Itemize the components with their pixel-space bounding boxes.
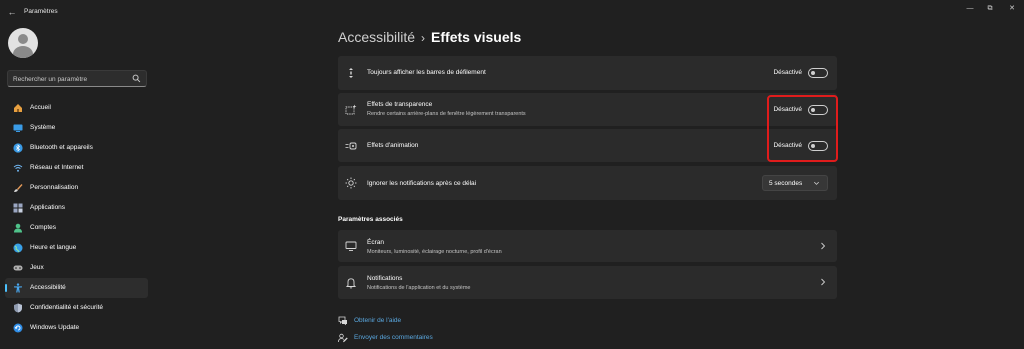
notification-timeout-dropdown[interactable]: 5 secondes xyxy=(762,175,828,191)
minimize-button[interactable]: — xyxy=(962,3,978,15)
chevron-down-icon xyxy=(814,181,819,185)
sidebar-item-applications[interactable]: Applications xyxy=(5,198,148,218)
help-icon xyxy=(338,316,347,326)
search-box[interactable] xyxy=(7,70,147,87)
sidebar-item-personnalisation[interactable]: Personnalisation xyxy=(5,178,148,198)
setting-title: Toujours afficher les barres de défileme… xyxy=(367,69,486,76)
related-subtitle: Moniteurs, luminosité, éclairage nocturn… xyxy=(367,249,502,255)
accounts-icon xyxy=(14,223,22,233)
sidebar-item-label: Jeux xyxy=(30,264,44,271)
accessibility-icon xyxy=(14,283,22,293)
title-bar: ← Paramètres — ⧉ ✕ xyxy=(0,0,1024,24)
network-icon xyxy=(13,164,23,172)
gamepad-icon xyxy=(13,265,23,271)
sidebar-nav: Accueil Système Bluetooth et appareils R… xyxy=(5,98,148,338)
breadcrumb-parent[interactable]: Accessibilité xyxy=(338,29,415,45)
sidebar-item-label: Système xyxy=(30,124,56,131)
get-help-link[interactable]: Obtenir de l'aide xyxy=(338,315,458,329)
transparency-icon xyxy=(345,104,357,115)
sidebar-item-reseau[interactable]: Réseau et Internet xyxy=(5,158,148,178)
feedback-icon xyxy=(338,333,348,343)
setting-scrollbars: Toujours afficher les barres de défileme… xyxy=(338,56,837,90)
get-help-label[interactable]: Obtenir de l'aide xyxy=(354,317,401,324)
related-title: Écran xyxy=(367,239,384,246)
setting-title: Effets d'animation xyxy=(367,142,419,149)
dropdown-value: 5 secondes xyxy=(769,180,803,187)
close-button[interactable]: ✕ xyxy=(1004,3,1020,15)
setting-animation: Effets d'animation Désactivé xyxy=(338,129,837,162)
sidebar-item-label: Windows Update xyxy=(30,324,80,331)
bell-icon xyxy=(345,278,357,289)
scrollbars-toggle[interactable] xyxy=(808,68,828,78)
related-item-notifications[interactable]: Notifications Notifications de l'applica… xyxy=(338,266,837,299)
setting-title: Effets de transparence xyxy=(367,101,433,108)
chevron-right-icon xyxy=(821,278,826,286)
setting-notification-timeout: Ignorer les notifications après ce délai… xyxy=(338,166,837,200)
related-settings-heading: Paramètres associés xyxy=(338,216,403,223)
related-item-ecran[interactable]: Écran Moniteurs, luminosité, éclairage n… xyxy=(338,230,837,262)
app-title: Paramètres xyxy=(24,8,58,15)
animation-icon xyxy=(345,142,357,150)
sidebar-item-label: Applications xyxy=(30,204,66,211)
sidebar-item-label: Accessibilité xyxy=(30,284,66,291)
monitor-icon xyxy=(345,241,357,251)
setting-subtitle: Rendre certains arrière-plans de fenêtre… xyxy=(367,111,526,117)
sidebar-item-accueil[interactable]: Accueil xyxy=(5,98,148,118)
sidebar-item-label: Accueil xyxy=(30,104,51,111)
sidebar-item-label: Réseau et Internet xyxy=(30,164,84,171)
related-title: Notifications xyxy=(367,275,403,282)
sidebar-item-label: Confidentialité et sécurité xyxy=(30,304,103,311)
sidebar-item-label: Personnalisation xyxy=(30,184,79,191)
related-subtitle: Notifications de l'application et du sys… xyxy=(367,285,471,291)
shield-icon xyxy=(14,303,22,313)
home-icon xyxy=(14,104,22,112)
sidebar-item-label: Heure et langue xyxy=(30,244,77,251)
send-feedback-label[interactable]: Envoyer des commentaires xyxy=(354,334,433,341)
chevron-right-icon xyxy=(821,242,826,250)
send-feedback-link[interactable]: Envoyer des commentaires xyxy=(338,332,478,346)
setting-title: Ignorer les notifications après ce délai xyxy=(367,180,477,187)
page-title: Effets visuels xyxy=(431,29,522,45)
toggle-state-label: Désactivé xyxy=(773,69,802,76)
brightness-icon xyxy=(345,177,357,189)
bluetooth-icon xyxy=(13,143,23,153)
update-icon xyxy=(13,323,23,333)
avatar[interactable] xyxy=(8,28,38,58)
breadcrumb-separator: › xyxy=(421,31,426,45)
apps-icon xyxy=(13,203,23,213)
back-button[interactable]: ← xyxy=(6,6,18,18)
sidebar-item-label: Comptes xyxy=(30,224,57,231)
sidebar-item-systeme[interactable]: Système xyxy=(5,118,148,138)
sidebar-item-label: Bluetooth et appareils xyxy=(30,144,93,151)
highlight-box xyxy=(767,95,838,162)
globe-icon xyxy=(13,243,23,253)
brush-icon xyxy=(14,184,23,192)
breadcrumb: Accessibilité › Effets visuels xyxy=(338,29,521,45)
sidebar-item-heure-langue[interactable]: Heure et langue xyxy=(5,238,148,258)
scrollbar-icon xyxy=(349,68,353,78)
sidebar-item-windows-update[interactable]: Windows Update xyxy=(5,318,148,338)
maximize-button[interactable]: ⧉ xyxy=(982,3,998,15)
sidebar-item-confidentialite[interactable]: Confidentialité et sécurité xyxy=(5,298,148,318)
setting-transparency: Effets de transparence Rendre certains a… xyxy=(338,93,837,126)
sidebar-item-comptes[interactable]: Comptes xyxy=(5,218,148,238)
sidebar-item-jeux[interactable]: Jeux xyxy=(5,258,148,278)
sidebar-item-bluetooth[interactable]: Bluetooth et appareils xyxy=(5,138,148,158)
search-icon[interactable] xyxy=(132,74,141,83)
system-icon xyxy=(13,124,23,132)
sidebar-item-accessibilite[interactable]: Accessibilité xyxy=(5,278,148,298)
search-input[interactable] xyxy=(13,74,128,84)
